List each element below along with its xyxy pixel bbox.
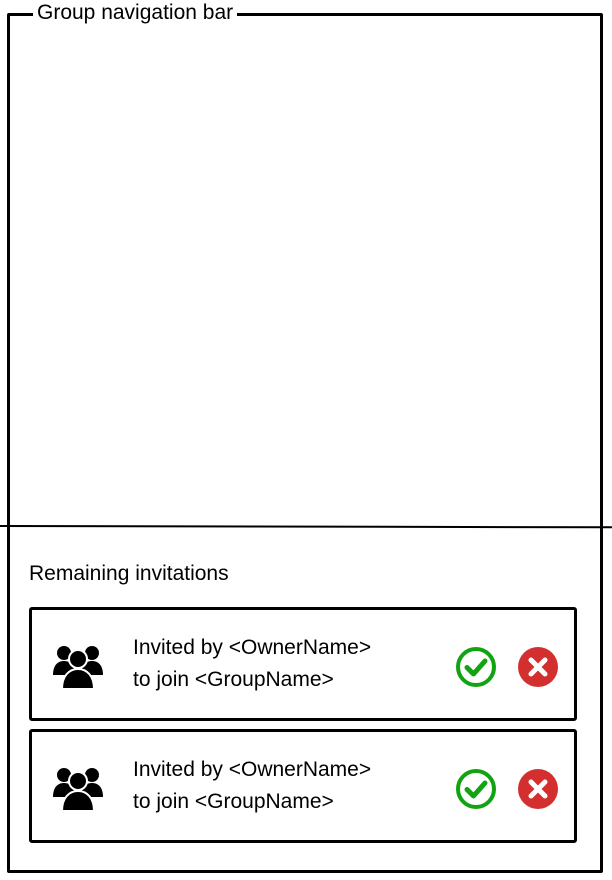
check-circle-icon [456,647,496,687]
decline-invitation-button[interactable] [517,768,559,810]
x-circle-icon [518,647,558,687]
invitation-card: Invited by <OwnerName> to join <GroupNam… [29,729,577,843]
invitation-text: Invited by <OwnerName> to join <GroupNam… [133,632,371,696]
group-icon [52,643,104,689]
remaining-invitations-title: Remaining invitations [29,562,229,585]
check-circle-icon [456,769,496,809]
invitation-group-line: to join <GroupName> [133,790,334,813]
invitation-group-line: to join <GroupName> [133,668,334,691]
group-icon [52,765,104,811]
invitation-owner-line: Invited by <OwnerName> [133,636,372,659]
x-circle-icon [518,769,558,809]
invitation-card: Invited by <OwnerName> to join <GroupNam… [29,607,577,721]
frame-title: Group navigation bar [33,0,238,26]
accept-invitation-button[interactable] [455,768,497,810]
invitation-text: Invited by <OwnerName> to join <GroupNam… [133,754,371,818]
decline-invitation-button[interactable] [517,646,559,688]
accept-invitation-button[interactable] [455,646,497,688]
invitation-owner-line: Invited by <OwnerName> [133,758,372,781]
